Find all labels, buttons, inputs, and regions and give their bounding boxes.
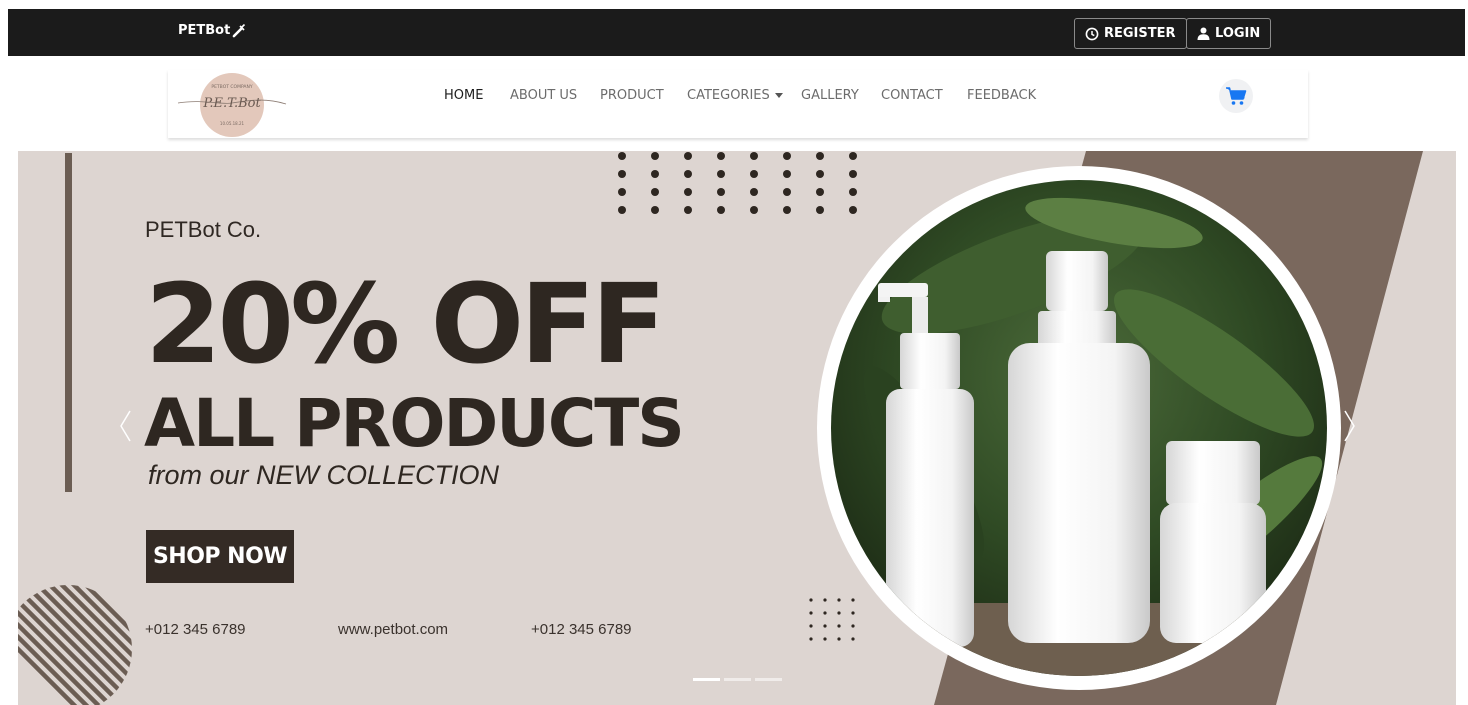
main-navbar: P.E.T.Bot PETBOT COMPANY 10.05.18.21 HOM… (168, 70, 1308, 138)
nav-contact-label: CONTACT (881, 88, 943, 103)
user-icon (1197, 27, 1210, 40)
caret-down-icon (774, 93, 783, 98)
nav-product[interactable]: PRODUCT (600, 88, 664, 103)
hero-website: www.petbot.com (338, 621, 449, 638)
nav-categories-dropdown[interactable]: CATEGORIES (687, 88, 783, 103)
nav-feedback[interactable]: FEEDBACK (967, 88, 1036, 103)
nav-about-us-label: ABOUT US (510, 88, 578, 103)
hero-tagline: from our NEW COLLECTION (148, 460, 500, 490)
hero-phone-1: +012 345 6789 (145, 621, 246, 638)
register-button[interactable]: REGISTER (1074, 18, 1187, 49)
nav-categories-label: CATEGORIES (687, 88, 770, 103)
shopping-cart-icon (1226, 87, 1247, 105)
hero-headline-products: ALL PRODUCTS (144, 385, 685, 462)
nav-product-label: PRODUCT (600, 88, 664, 103)
carousel-next-arrow-icon[interactable] (1344, 409, 1356, 443)
hero-carousel: PETBot Co. 20% OFF ALL PRODUCTS from our… (18, 151, 1456, 705)
login-label: LOGIN (1215, 26, 1261, 41)
carousel-indicator-1[interactable] (693, 678, 720, 681)
syringe-icon (232, 23, 246, 37)
striped-circle-decoration (18, 585, 132, 705)
vertical-accent-bar (65, 153, 72, 492)
svg-text:PETBOT COMPANY: PETBOT COMPANY (211, 84, 252, 90)
clock-icon (1085, 27, 1099, 40)
nav-gallery[interactable]: GALLERY (801, 88, 859, 103)
carousel-prev-arrow-icon[interactable] (119, 409, 131, 443)
nav-contact[interactable]: CONTACT (881, 88, 943, 103)
nav-home[interactable]: HOME (444, 88, 483, 103)
nav-gallery-label: GALLERY (801, 88, 859, 103)
logo-emblem-icon: P.E.T.Bot PETBOT COMPANY 10.05.18.21 (177, 84, 287, 126)
nav-home-label: HOME (444, 88, 484, 103)
hero-company-name: PETBot Co. (145, 217, 262, 242)
register-label: REGISTER (1104, 26, 1176, 41)
svg-text:P.E.T.Bot: P.E.T.Bot (202, 96, 261, 111)
brand[interactable]: PETBot (178, 23, 246, 38)
company-logo[interactable]: P.E.T.Bot PETBOT COMPANY 10.05.18.21 (177, 73, 287, 137)
cart-button[interactable] (1219, 79, 1253, 113)
product-bottles-image (817, 166, 1341, 690)
login-button[interactable]: LOGIN (1186, 18, 1272, 49)
nav-about-us[interactable]: ABOUT US (510, 88, 577, 103)
carousel-indicator-3[interactable] (755, 678, 782, 681)
hero-headline-discount: 20% OFF (145, 260, 666, 388)
carousel-indicators (693, 678, 782, 681)
brand-name: PETBot (178, 23, 231, 38)
svg-text:10.05.18.21: 10.05.18.21 (220, 121, 245, 126)
nav-feedback-label: FEEDBACK (967, 88, 1037, 103)
carousel-indicator-2[interactable] (724, 678, 751, 681)
top-bar: PETBot REGISTER LOGIN (8, 9, 1465, 56)
shop-now-button[interactable]: SHOP NOW (146, 530, 294, 583)
hero-phone-2: +012 345 6789 (531, 621, 632, 638)
